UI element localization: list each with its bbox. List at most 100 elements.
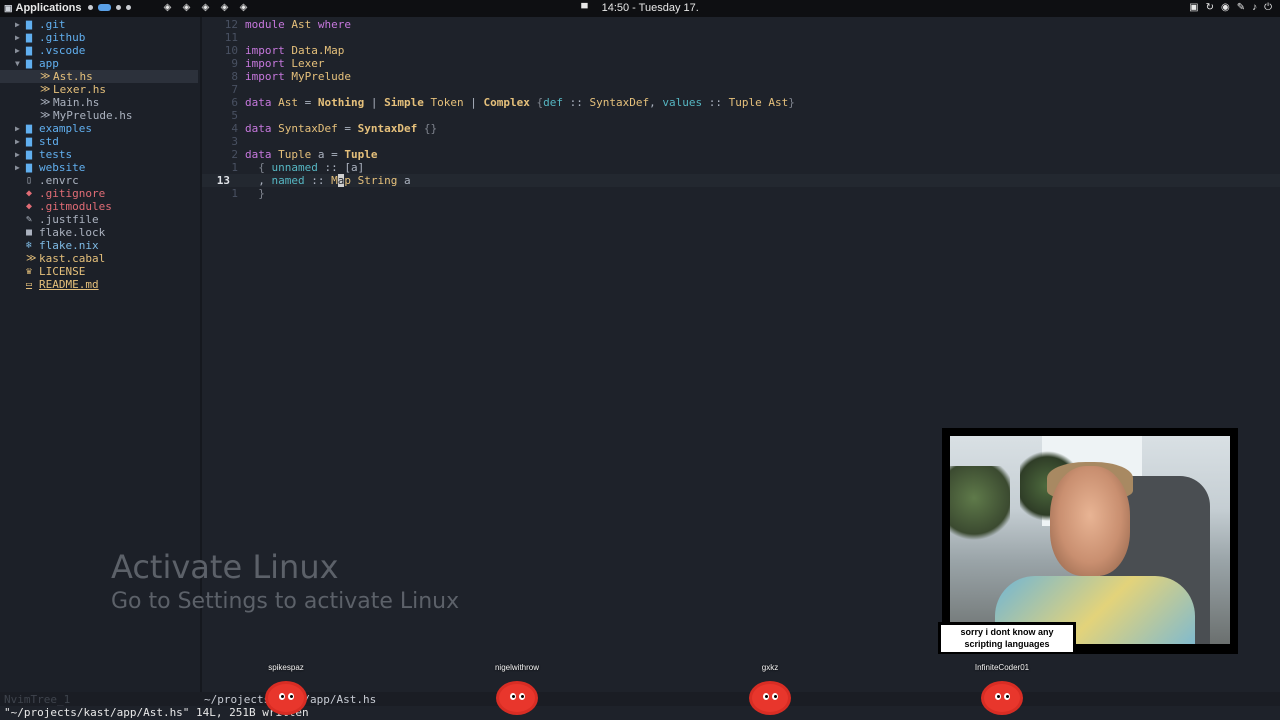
crab-icon — [264, 680, 308, 716]
tree-item-label: Lexer.hs — [53, 83, 106, 96]
viewer-avatar: nigelwithrow — [457, 662, 577, 716]
license-icon: ♛ — [26, 266, 33, 277]
tree-item[interactable]: ▶ ▆ .github — [0, 31, 198, 44]
tree-item-label: .git — [39, 18, 66, 31]
code-text: } — [258, 187, 265, 200]
folder-icon: ▆ — [26, 45, 33, 56]
tree-item[interactable]: ◆ .gitignore — [0, 187, 198, 200]
tree-item-label: kast.cabal — [39, 252, 106, 265]
tree-item[interactable]: ■ flake.lock — [0, 226, 198, 239]
line-number: 3 — [231, 135, 238, 148]
chevron-right-icon[interactable]: ▶ — [15, 148, 20, 161]
folder-icon: ▆ — [26, 149, 33, 160]
chevron-right-icon[interactable]: ▶ — [15, 122, 20, 135]
tree-item-label: Main.hs — [53, 96, 100, 109]
system-tray: ▣ ↻ ◉ ✎ ♪ ⏻ — [1189, 2, 1272, 13]
crab-icon — [495, 680, 539, 716]
webcam-overlay — [942, 428, 1238, 654]
clock[interactable]: ▀ 14:50 - Tuesday 17. — [0, 2, 1280, 14]
code-line[interactable]: 1 } — [202, 187, 1280, 200]
power-icon[interactable]: ⏻ — [1264, 2, 1272, 13]
code-line[interactable]: 2 data Tuple a = Tuple — [202, 148, 1280, 161]
tree-item-label: README.md — [39, 278, 99, 291]
code-line[interactable]: 8 import MyPrelude — [202, 70, 1280, 83]
code-text: data Ast = Nothing | Simple Token | Comp… — [245, 96, 795, 109]
tree-item[interactable]: ≫ Ast.hs — [0, 70, 198, 83]
folder-icon: ▆ — [26, 19, 33, 30]
code-line[interactable]: 7 — [202, 83, 1280, 96]
shield-icon[interactable]: ◉ — [1221, 2, 1230, 13]
tree-item-label: .gitignore — [39, 187, 106, 200]
tree-item[interactable]: ▶ ▆ website — [0, 161, 198, 174]
notification-icon[interactable]: ▀ — [581, 3, 587, 13]
chevron-right-icon[interactable]: ▶ — [15, 161, 20, 174]
sync-icon[interactable]: ↻ — [1206, 2, 1214, 13]
tree-item-label: LICENSE — [39, 265, 86, 278]
code-line[interactable]: 12 module Ast where — [202, 18, 1280, 31]
tree-item[interactable]: ▶ ▆ std — [0, 135, 198, 148]
code-text: data SyntaxDef = SyntaxDef {} — [245, 122, 438, 135]
code-text: data Tuple a = Tuple — [245, 148, 378, 161]
chevron-down-icon[interactable]: ▼ — [15, 57, 20, 70]
tree-item[interactable]: ♛ LICENSE — [0, 265, 198, 278]
chevron-right-icon[interactable]: ▶ — [15, 135, 20, 148]
line-number: 5 — [231, 109, 238, 122]
git-icon: ◆ — [26, 201, 33, 212]
chevron-right-icon[interactable]: ▶ — [15, 31, 20, 44]
tree-item[interactable]: ▶ ▆ examples — [0, 122, 198, 135]
code-line[interactable]: 6 data Ast = Nothing | Simple Token | Com… — [202, 96, 1280, 109]
folder-icon: ▆ — [26, 32, 33, 43]
volume-icon[interactable]: ♪ — [1252, 2, 1257, 13]
tree-item[interactable]: ▭ README.md — [0, 278, 198, 291]
code-line[interactable]: 10 import Data.Map — [202, 44, 1280, 57]
code-text: import MyPrelude — [245, 70, 351, 83]
line-number: 8 — [231, 70, 238, 83]
line-number: 10 — [224, 44, 238, 57]
tree-item[interactable]: ≫ MyPrelude.hs — [0, 109, 198, 122]
nix-icon: ❄ — [26, 240, 33, 251]
code-line[interactable]: 9 import Lexer — [202, 57, 1280, 70]
code-line[interactable]: 4 data SyntaxDef = SyntaxDef {} — [202, 122, 1280, 135]
line-number: 1 — [231, 187, 238, 200]
folder-icon: ▆ — [26, 136, 33, 147]
tree-item[interactable]: ◆ .gitmodules — [0, 200, 198, 213]
chevron-right-icon[interactable]: ▶ — [15, 18, 20, 31]
pen-icon[interactable]: ✎ — [1237, 2, 1245, 13]
line-number: 11 — [224, 31, 238, 44]
tree-item-label: Ast.hs — [53, 70, 93, 83]
haskell-file-icon: ≫ — [40, 97, 51, 108]
tree-item[interactable]: ≫ kast.cabal — [0, 252, 198, 265]
message-line: "~/projects/kast/app/Ast.hs" 14L, 251B w… — [0, 706, 1280, 720]
tree-item[interactable]: ▯ .envrc — [0, 174, 198, 187]
tree-item[interactable]: ✎ .justfile — [0, 213, 198, 226]
tree-item-label: .vscode — [39, 44, 86, 57]
viewer-avatar: gxkz — [710, 662, 830, 716]
haskell-file-icon: ≫ — [40, 110, 51, 121]
folder-open-icon: ▆ — [26, 58, 33, 69]
gamepad-icon[interactable]: ▣ — [1189, 2, 1198, 13]
tree-item[interactable]: ❄ flake.nix — [0, 239, 198, 252]
tree-item[interactable]: ≫ Lexer.hs — [0, 83, 198, 96]
viewer-avatar: spikespaz — [226, 662, 346, 716]
code-line[interactable]: 1 { unnamed :: [a] — [202, 161, 1280, 174]
tree-item[interactable]: ≫ Main.hs — [0, 96, 198, 109]
viewer-name: nigelwithrow — [494, 663, 540, 672]
tree-item-label: website — [39, 161, 86, 174]
code-line[interactable]: 11 — [202, 31, 1280, 44]
chevron-right-icon[interactable]: ▶ — [15, 44, 20, 57]
crab-icon — [980, 680, 1024, 716]
tree-item-label: .envrc — [39, 174, 79, 187]
clock-text: 14:50 - Tuesday 17. — [601, 2, 699, 14]
tree-item-label: .gitmodules — [39, 200, 112, 213]
tree-item[interactable]: ▼ ▆ app — [0, 57, 198, 70]
current-code-line[interactable]: 13 , named :: Map String a — [202, 174, 1280, 187]
code-line[interactable]: 5 — [202, 109, 1280, 122]
code-line[interactable]: 3 — [202, 135, 1280, 148]
tree-item[interactable]: ▶ ▆ tests — [0, 148, 198, 161]
lock-icon: ■ — [26, 227, 33, 238]
watermark-subtitle: Go to Settings to activate Linux — [111, 589, 460, 614]
tree-item-label: .justfile — [39, 213, 99, 226]
tree-item[interactable]: ▶ ▆ .git — [0, 18, 198, 31]
tree-item[interactable]: ▶ ▆ .vscode — [0, 44, 198, 57]
status-line: NvimTree_1 ~/projects/kast/app/Ast.hs — [0, 692, 1280, 706]
